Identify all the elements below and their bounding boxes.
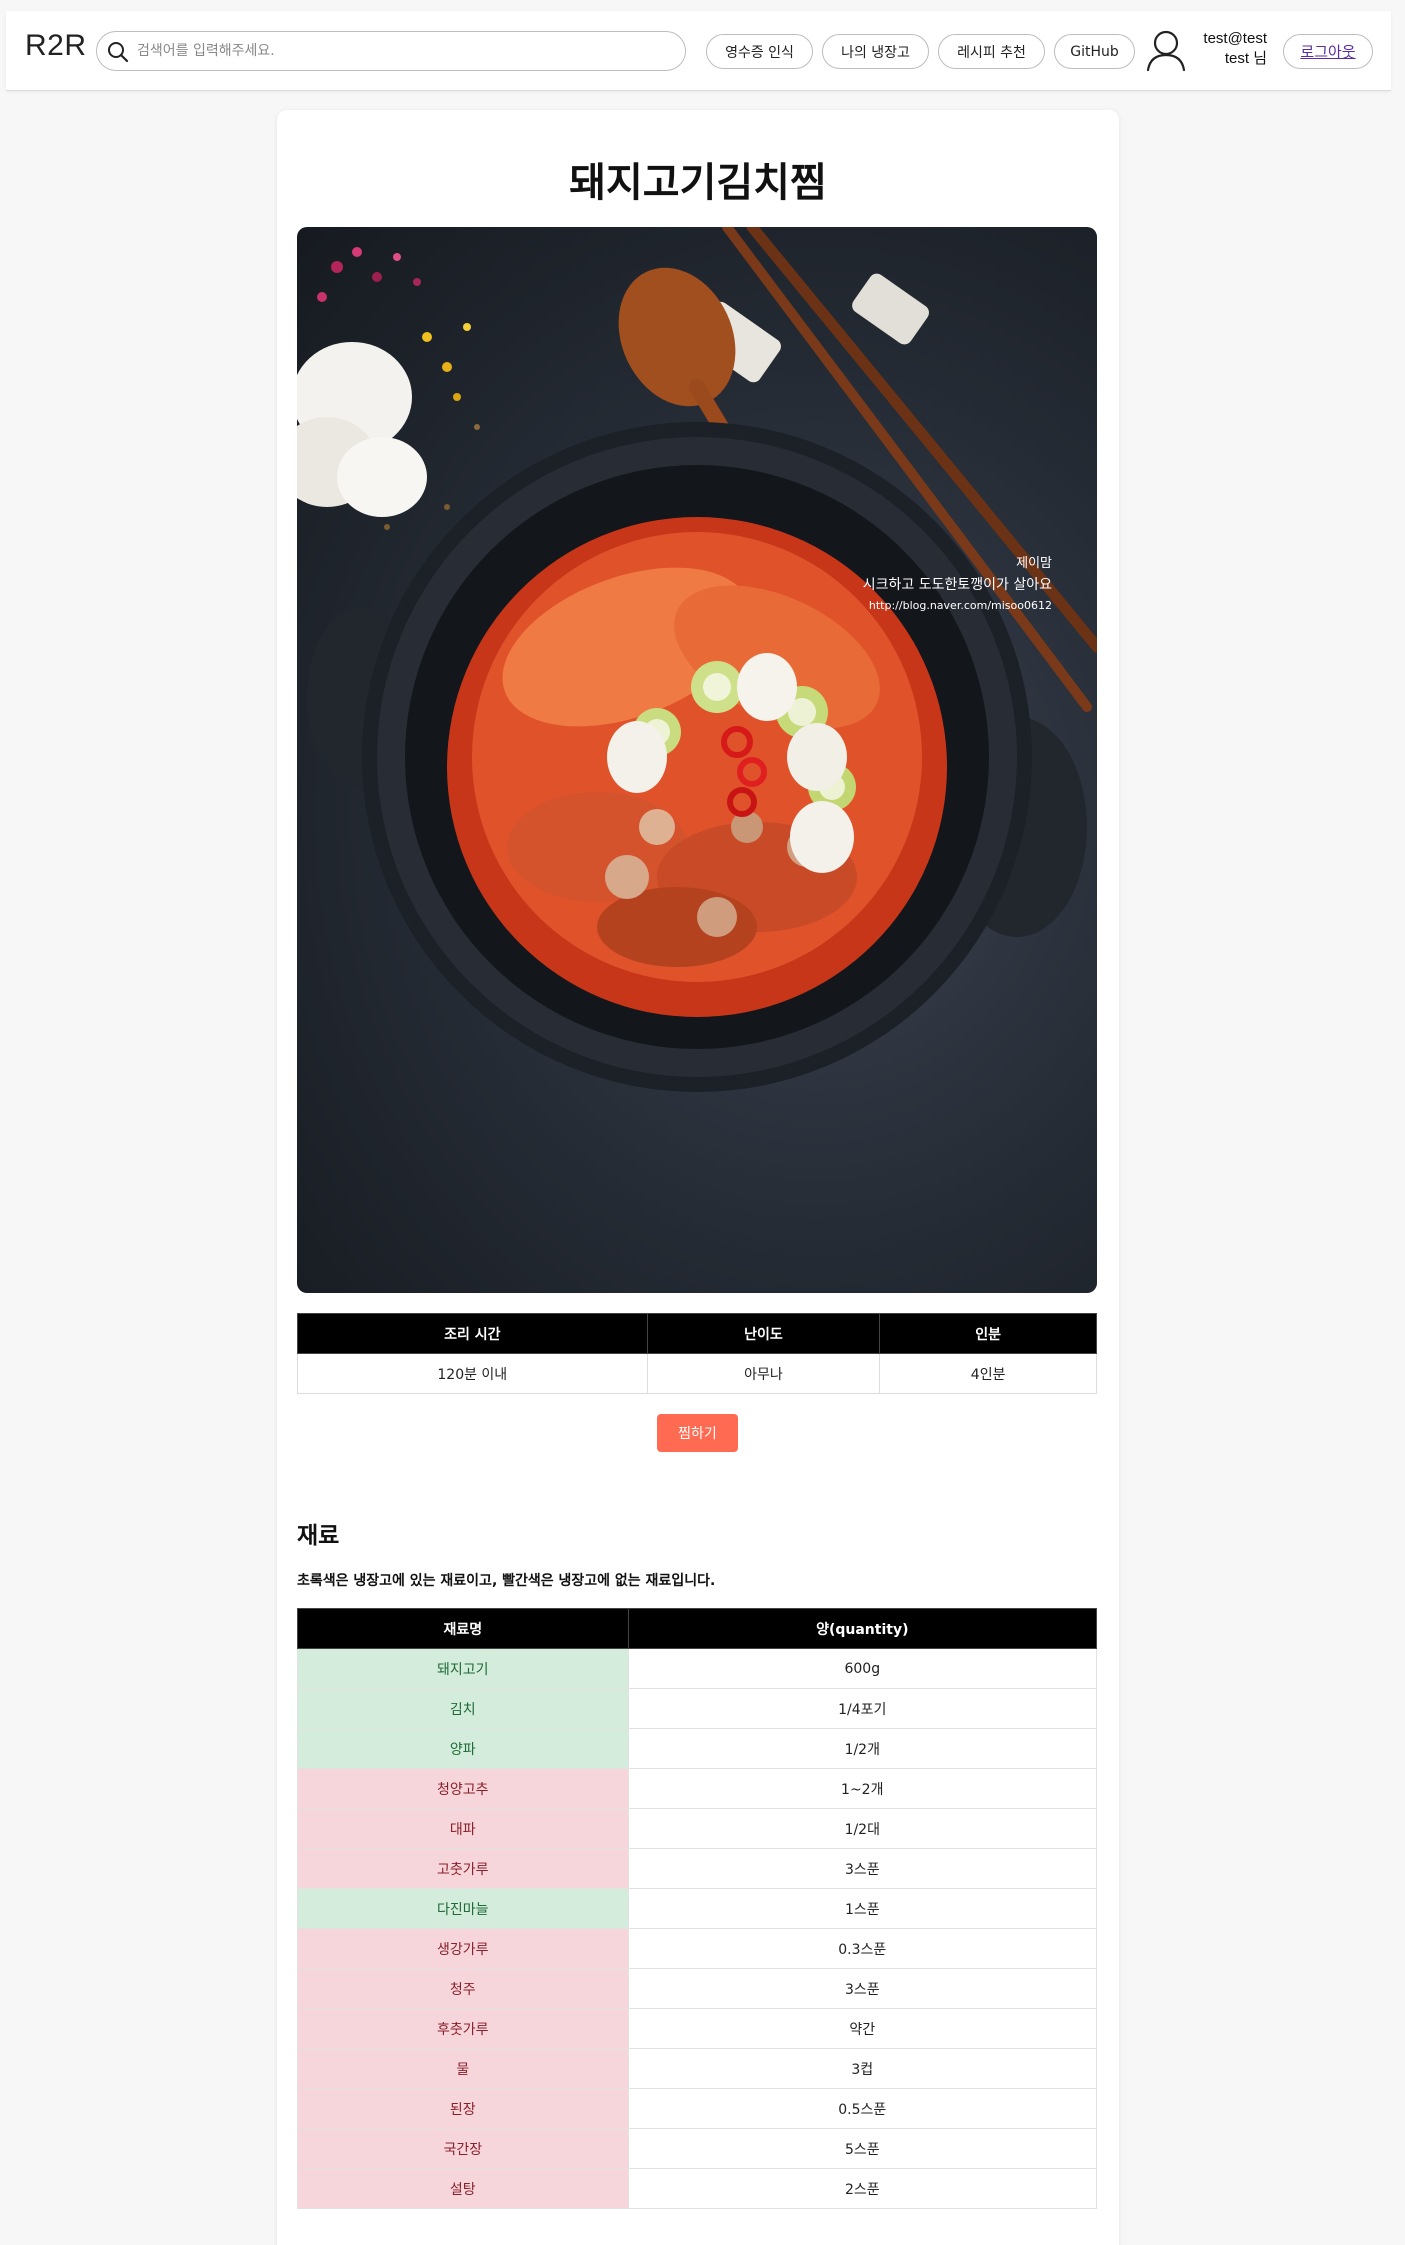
ingredient-row: 물 3컵 bbox=[297, 2048, 1098, 2089]
ingredient-quantity: 1~2개 bbox=[627, 1768, 1098, 1809]
difficulty-value: 아무나 bbox=[646, 1353, 881, 1394]
ingredient-row: 설탕 2스푼 bbox=[297, 2168, 1098, 2209]
ingredient-name: 물 bbox=[297, 2048, 629, 2089]
recipe-title: 돼지고기김치찜 bbox=[569, 160, 827, 206]
recipe-card: 돼지고기김치찜 제이맘 시크하고 도도한토깽이가 살아요 http://blog… bbox=[277, 110, 1119, 2245]
nav-receipt-button[interactable]: 영수증 인식 bbox=[706, 34, 813, 69]
bookmark-button[interactable]: 찜하기 bbox=[657, 1414, 738, 1452]
ingredients-table: 재료명 양(quantity) 돼지고기 600g 김치 1/4포기 양파 1/2개 청양고… bbox=[297, 1608, 1098, 2209]
ingredients-legend: 초록색은 냉장고에 있는 재료이고, 빨간색은 냉장고에 없는 재료입니다. bbox=[297, 1573, 716, 1589]
nav-recipe-recommend-button[interactable]: 레시피 추천 bbox=[938, 34, 1045, 69]
ingredient-row: 청양고추 1~2개 bbox=[297, 1768, 1098, 1809]
recipe-image: 제이맘 시크하고 도도한토깽이가 살아요 http://blog.naver.c… bbox=[297, 227, 1097, 1293]
cook-time-header: 조리 시간 bbox=[297, 1313, 648, 1354]
recipe-info-table: 조리 시간 난이도 인분 120분 이내 아무나 4인분 bbox=[297, 1313, 1097, 1394]
ingredient-quantity: 1/2개 bbox=[627, 1728, 1098, 1769]
ingredient-row: 돼지고기 600g bbox=[297, 1648, 1098, 1689]
ingredient-quantity: 2스푼 bbox=[627, 2168, 1098, 2209]
ingredient-quantity: 3스푼 bbox=[627, 1848, 1098, 1889]
top-navbar: R2R 영수증 인식 나의 냉장고 레시피 추천 GitHub test@tes… bbox=[6, 11, 1391, 91]
ingredient-row: 양파 1/2개 bbox=[297, 1728, 1098, 1769]
ingredient-quantity: 3스푼 bbox=[627, 1968, 1098, 2009]
svg-text:http://blog.naver.com/misoo061: http://blog.naver.com/misoo0612 bbox=[869, 599, 1052, 612]
ingredient-name: 고춧가루 bbox=[297, 1848, 629, 1889]
app-logo[interactable]: R2R bbox=[25, 29, 87, 63]
search-input[interactable] bbox=[137, 38, 667, 64]
ingredient-row: 김치 1/4포기 bbox=[297, 1688, 1098, 1729]
ingredient-name: 청주 bbox=[297, 1968, 629, 2009]
servings-value: 4인분 bbox=[879, 1353, 1097, 1394]
servings-header: 인분 bbox=[879, 1313, 1097, 1354]
ingredient-name: 돼지고기 bbox=[297, 1648, 629, 1689]
ingredient-row: 대파 1/2대 bbox=[297, 1808, 1098, 1849]
ingredient-name: 된장 bbox=[297, 2088, 629, 2129]
recipe-photo: 제이맘 시크하고 도도한토깽이가 살아요 http://blog.naver.c… bbox=[297, 227, 1097, 1092]
ingredient-name: 청양고추 bbox=[297, 1768, 629, 1809]
nav-my-fridge-button[interactable]: 나의 냉장고 bbox=[822, 34, 929, 69]
ingredient-name: 김치 bbox=[297, 1688, 629, 1729]
ingredient-name: 국간장 bbox=[297, 2128, 629, 2169]
svg-text:시크하고 도도한토깽이가 살아요: 시크하고 도도한토깽이가 살아요 bbox=[863, 577, 1052, 593]
user-greeting: test 님 bbox=[1224, 50, 1267, 67]
ingredient-qty-header: 양(quantity) bbox=[627, 1608, 1098, 1649]
search-bar[interactable] bbox=[96, 31, 686, 71]
cook-time-value: 120분 이내 bbox=[297, 1353, 648, 1394]
ingredient-quantity: 1/4포기 bbox=[627, 1688, 1098, 1729]
nav-github-button[interactable]: GitHub bbox=[1054, 34, 1135, 69]
ingredient-name: 설탕 bbox=[297, 2168, 629, 2209]
user-info: test@test test 님 bbox=[1192, 29, 1267, 69]
ingredient-row: 된장 0.5스푼 bbox=[297, 2088, 1098, 2129]
ingredient-row: 생강가루 0.3스푼 bbox=[297, 1928, 1098, 1969]
ingredient-row: 국간장 5스푼 bbox=[297, 2128, 1098, 2169]
ingredient-quantity: 3컵 bbox=[627, 2048, 1098, 2089]
logout-button[interactable]: 로그아웃 bbox=[1283, 34, 1373, 69]
ingredient-name: 생강가루 bbox=[297, 1928, 629, 1969]
cotton-decoration bbox=[297, 342, 427, 517]
ingredient-quantity: 약간 bbox=[627, 2008, 1098, 2049]
ingredients-section-title: 재료 bbox=[297, 1523, 340, 1549]
ingredient-quantity: 600g bbox=[627, 1648, 1098, 1689]
ingredient-name-header: 재료명 bbox=[297, 1608, 629, 1649]
ingredients-table-body: 돼지고기 600g 김치 1/4포기 양파 1/2개 청양고추 1~2개 대파 1/2대 고춧가루 3… bbox=[297, 1648, 1098, 2209]
ingredient-quantity: 0.3스푼 bbox=[627, 1928, 1098, 1969]
ingredient-name: 후춧가루 bbox=[297, 2008, 629, 2049]
user-avatar-icon[interactable] bbox=[1145, 28, 1187, 72]
search-icon bbox=[108, 42, 129, 63]
difficulty-header: 난이도 bbox=[646, 1313, 881, 1354]
svg-text:제이맘: 제이맘 bbox=[1016, 556, 1052, 571]
ingredient-quantity: 5스푼 bbox=[627, 2128, 1098, 2169]
ingredient-row: 다진마늘 1스푼 bbox=[297, 1888, 1098, 1929]
ingredient-quantity: 1/2대 bbox=[627, 1808, 1098, 1849]
ingredient-row: 청주 3스푼 bbox=[297, 1968, 1098, 2009]
ingredient-quantity: 1스푼 bbox=[627, 1888, 1098, 1929]
ingredient-name: 다진마늘 bbox=[297, 1888, 629, 1929]
ingredient-row: 후춧가루 약간 bbox=[297, 2008, 1098, 2049]
ingredient-name: 양파 bbox=[297, 1728, 629, 1769]
ingredient-row: 고춧가루 3스푼 bbox=[297, 1848, 1098, 1889]
ingredient-quantity: 0.5스푼 bbox=[627, 2088, 1098, 2129]
ingredient-name: 대파 bbox=[297, 1808, 629, 1849]
user-email: test@test bbox=[1203, 30, 1267, 47]
